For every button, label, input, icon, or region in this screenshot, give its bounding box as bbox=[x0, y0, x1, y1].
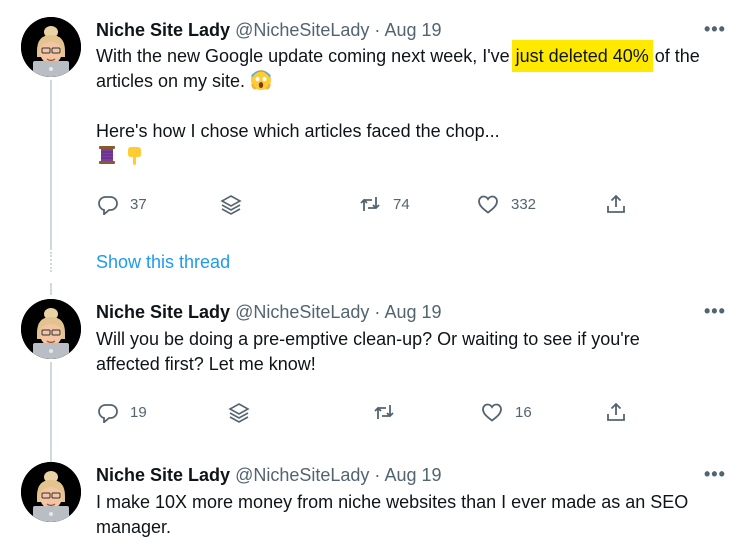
reply-button[interactable]: 19 bbox=[96, 401, 147, 423]
reply-icon bbox=[98, 196, 118, 215]
share-button[interactable] bbox=[605, 401, 627, 423]
like-count: 16 bbox=[515, 403, 532, 421]
reply-button[interactable]: 37 bbox=[96, 193, 147, 215]
retweet-button[interactable]: 74 bbox=[359, 193, 410, 215]
user-handle[interactable]: @NicheSiteLady bbox=[235, 20, 369, 40]
tweet-date[interactable]: Aug 19 bbox=[384, 465, 441, 485]
thread-line bbox=[50, 362, 52, 462]
avatar[interactable] bbox=[21, 462, 81, 522]
tweet-header: Niche Site Lady @NicheSiteLady · Aug 19 bbox=[96, 464, 442, 486]
tweet-text-line: Here's how I chose which articles faced … bbox=[96, 121, 500, 141]
layers-button[interactable] bbox=[228, 401, 250, 423]
reply-count: 19 bbox=[130, 403, 147, 421]
show-thread-link[interactable]: Show this thread bbox=[96, 252, 230, 273]
retweet-icon bbox=[360, 196, 380, 212]
separator: · bbox=[374, 20, 381, 40]
display-name[interactable]: Niche Site Lady bbox=[96, 302, 230, 322]
tweet-date[interactable]: Aug 19 bbox=[384, 302, 441, 322]
layers-icon bbox=[221, 195, 241, 215]
tweet-1[interactable]: Niche Site Lady @NicheSiteLady · Aug 19 … bbox=[0, 0, 750, 295]
more-options-icon[interactable]: ••• bbox=[704, 464, 726, 485]
tweet-3[interactable]: Niche Site Lady @NicheSiteLady · Aug 19 … bbox=[0, 458, 750, 555]
thread-line bbox=[50, 283, 52, 295]
more-options-icon[interactable]: ••• bbox=[704, 301, 726, 322]
layers-button[interactable] bbox=[220, 193, 242, 215]
tweet-actions: 19 16 bbox=[96, 401, 656, 425]
share-icon bbox=[607, 195, 625, 213]
screaming-face-emoji bbox=[251, 70, 272, 90]
thread-line bbox=[50, 80, 52, 250]
tweet-text: With the new Google update coming next w… bbox=[96, 43, 736, 169]
more-options-icon[interactable]: ••• bbox=[704, 19, 726, 40]
display-name[interactable]: Niche Site Lady bbox=[96, 465, 230, 485]
tweet-date[interactable]: Aug 19 bbox=[384, 20, 441, 40]
reply-count: 37 bbox=[130, 195, 147, 213]
avatar[interactable] bbox=[21, 299, 81, 359]
user-handle[interactable]: @NicheSiteLady bbox=[235, 465, 369, 485]
highlighted-text: just deleted 40% bbox=[514, 43, 650, 69]
tweet-text: I make 10X more money from niche website… bbox=[96, 492, 689, 537]
tweet-header: Niche Site Lady @NicheSiteLady · Aug 19 bbox=[96, 19, 442, 41]
share-icon bbox=[607, 403, 625, 421]
tweet-text-part: With the new Google update coming next w… bbox=[96, 46, 515, 66]
tweet-text: Will you be doing a pre-emptive clean-up… bbox=[96, 329, 640, 374]
heart-icon bbox=[482, 403, 502, 422]
display-name[interactable]: Niche Site Lady bbox=[96, 20, 230, 40]
retweet-count: 74 bbox=[393, 195, 410, 213]
like-button[interactable]: 332 bbox=[477, 193, 536, 215]
tweet-header: Niche Site Lady @NicheSiteLady · Aug 19 bbox=[96, 301, 442, 323]
thread-dots bbox=[50, 252, 54, 272]
like-count: 332 bbox=[511, 195, 537, 213]
separator: · bbox=[374, 465, 381, 485]
tweet-actions: 37 74 332 bbox=[96, 193, 656, 217]
user-handle[interactable]: @NicheSiteLady bbox=[235, 302, 369, 322]
spool-of-thread-emoji bbox=[99, 146, 115, 164]
tweet-2[interactable]: Niche Site Lady @NicheSiteLady · Aug 19 … bbox=[0, 295, 750, 462]
emoji-row bbox=[96, 144, 736, 169]
avatar[interactable] bbox=[21, 17, 81, 77]
share-button[interactable] bbox=[605, 193, 627, 215]
retweet-icon bbox=[374, 404, 394, 420]
retweet-button[interactable] bbox=[373, 401, 395, 423]
backhand-index-pointing-down-emoji bbox=[128, 147, 142, 165]
separator: · bbox=[374, 302, 381, 322]
like-button[interactable]: 16 bbox=[481, 401, 532, 423]
layers-icon bbox=[229, 403, 249, 423]
heart-icon bbox=[478, 195, 498, 214]
reply-icon bbox=[98, 404, 118, 423]
